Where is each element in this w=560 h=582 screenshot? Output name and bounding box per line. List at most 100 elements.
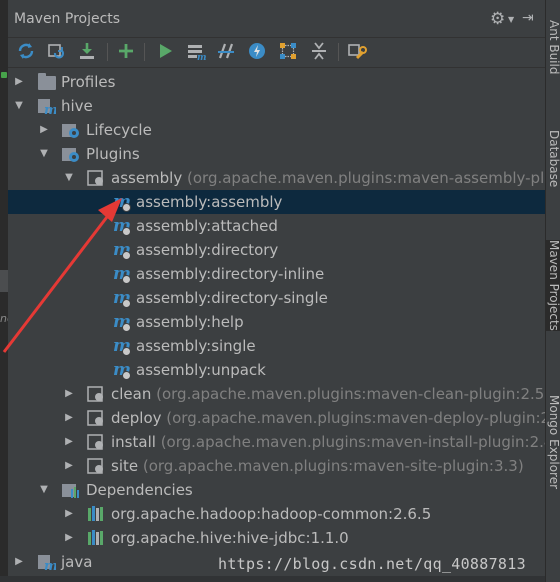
reimport-icon[interactable] [15, 40, 37, 62]
plugin-name: install [111, 433, 156, 451]
toolbar-separator [144, 43, 145, 61]
plugin-coordinates: (org.apache.maven.plugins:maven-install-… [160, 433, 560, 451]
chevron-right-icon[interactable]: ▶ [13, 556, 25, 568]
goal-label: assembly:help [136, 313, 244, 331]
maven-goal-icon: m [113, 312, 131, 332]
panel-header: Maven Projects ⚙ ▼ ⇥ [8, 0, 545, 38]
goal-assembly-attached[interactable]: m assembly:attached [8, 214, 545, 238]
plugins-gear-icon [62, 145, 80, 163]
collapse-all-icon[interactable] [308, 40, 330, 62]
chevron-right-icon[interactable]: ▶ [13, 76, 25, 88]
toggle-offline-icon[interactable] [215, 40, 237, 62]
tree-node-lifecycle[interactable]: ▶ Lifecycle [8, 118, 545, 142]
chevron-down-icon[interactable]: ▼ [508, 15, 514, 24]
tree-node-label: install (org.apache.maven.plugins:maven-… [111, 433, 559, 451]
plugin-name: assembly [111, 169, 183, 187]
skip-tests-icon[interactable] [246, 40, 268, 62]
tab-ant-build[interactable]: Ant Build [546, 20, 560, 74]
panel-title: Maven Projects [14, 11, 121, 27]
goal-assembly-assembly[interactable]: m assembly:assembly [8, 190, 545, 214]
tree-node-dependency[interactable]: ▶ org.apache.hive:hive-jdbc:1.1.0 [8, 526, 545, 550]
tree-node-dependency[interactable]: ▶ org.apache.hadoop:hadoop-common:2.6.5 [8, 502, 545, 526]
goal-label: assembly:assembly [136, 193, 283, 211]
plugin-icon [87, 385, 105, 403]
goal-assembly-unpack[interactable]: m assembly:unpack [8, 358, 545, 382]
chevron-down-icon[interactable]: ▼ [38, 484, 50, 496]
tree-node-plugin-deploy[interactable]: ▶ deploy (org.apache.maven.plugins:maven… [8, 406, 560, 430]
goal-assembly-directory-single[interactable]: m assembly:directory-single [8, 286, 545, 310]
goal-assembly-directory-inline[interactable]: m assembly:directory-inline [8, 262, 545, 286]
tree-node-label: clean (org.apache.maven.plugins:maven-cl… [111, 385, 550, 403]
chevron-right-icon[interactable]: ▶ [63, 412, 75, 424]
plugin-icon [87, 409, 105, 427]
goal-assembly-single[interactable]: m assembly:single [8, 334, 545, 358]
maven-goal-icon: m [113, 336, 131, 356]
plugin-coordinates: (org.apache.maven.plugins:maven-deploy-p… [166, 409, 560, 427]
svg-text:m: m [44, 559, 56, 571]
maven-project-icon: m [38, 553, 58, 574]
tree-node-dependencies[interactable]: ▼ Dependencies [8, 478, 545, 502]
goal-assembly-help[interactable]: m assembly:help [8, 310, 545, 334]
svg-text:m: m [44, 103, 56, 115]
goal-label: assembly:directory-single [136, 289, 328, 307]
tab-database[interactable]: Database [546, 130, 560, 187]
chevron-down-icon[interactable]: ▼ [63, 172, 75, 184]
tab-maven-projects[interactable]: Maven Projects [546, 240, 560, 331]
chevron-down-icon[interactable]: ▼ [13, 100, 25, 112]
maven-project-icon: m [38, 97, 58, 118]
tree-node-label: deploy (org.apache.maven.plugins:maven-d… [111, 409, 560, 427]
tree-node-label: Dependencies [86, 481, 193, 499]
goal-label: assembly:single [136, 337, 256, 355]
profiles-folder-icon [38, 73, 56, 90]
download-icon[interactable] [76, 40, 98, 62]
plugin-icon [87, 457, 105, 475]
chevron-right-icon[interactable]: ▶ [63, 532, 75, 544]
tree-node-plugin-install[interactable]: ▶ install (org.apache.maven.plugins:mave… [8, 430, 559, 454]
tree-node-label: Plugins [86, 145, 140, 163]
toolbar-separator [338, 43, 339, 61]
tree-node-label: hive [61, 97, 93, 115]
settings-wrench-icon[interactable] [346, 40, 368, 62]
tree-node-label: org.apache.hive:hive-jdbc:1.1.0 [111, 529, 349, 547]
generate-sources-icon[interactable] [45, 40, 67, 62]
lifecycle-gear-icon [62, 121, 80, 139]
show-dependencies-icon[interactable] [277, 40, 299, 62]
goal-label: assembly:unpack [136, 361, 266, 379]
dependencies-icon [62, 481, 80, 499]
maven-goal-icon: m [113, 240, 131, 260]
goal-assembly-directory[interactable]: m assembly:directory [8, 238, 545, 262]
tree-node-plugin-clean[interactable]: ▶ clean (org.apache.maven.plugins:maven-… [8, 382, 550, 406]
tree-node-label: org.apache.hadoop:hadoop-common:2.6.5 [111, 505, 432, 523]
plugin-icon [87, 433, 105, 451]
plugin-icon [87, 169, 105, 187]
library-icon [87, 529, 105, 547]
bottom-bar [0, 576, 545, 582]
chevron-right-icon[interactable]: ▶ [63, 436, 75, 448]
goal-label: assembly:directory [136, 241, 279, 259]
tree-node-plugin-site[interactable]: ▶ site (org.apache.maven.plugins:maven-s… [8, 454, 545, 478]
maven-goal-icon: m [113, 288, 131, 308]
chevron-right-icon[interactable]: ▶ [63, 388, 75, 400]
run-icon[interactable] [154, 40, 176, 62]
right-tool-strip: Ant Build Database Maven Projects Mongo … [545, 0, 560, 582]
tree-node-plugins[interactable]: ▼ Plugins [8, 142, 545, 166]
gear-icon[interactable]: ⚙ [490, 9, 505, 29]
chevron-right-icon[interactable]: ▶ [63, 460, 75, 472]
maven-projects-panel: Maven Projects ⚙ ▼ ⇥ m ▶ Profiles ▼ hive… [8, 0, 560, 582]
tree-node-hive[interactable]: ▼ m hive [8, 94, 545, 118]
gutter-marker [1, 72, 7, 78]
goal-label: assembly:directory-inline [136, 265, 325, 283]
maven-goal-icon: m [113, 264, 131, 284]
plugin-name: clean [111, 385, 152, 403]
chevron-down-icon[interactable]: ▼ [38, 148, 50, 160]
tree-node-plugin-assembly[interactable]: ▼ assembly (org.apache.maven.plugins:mav… [8, 166, 560, 190]
watermark: https://blog.csdn.net/qq_40887813 [218, 555, 526, 573]
tab-mongo-explorer[interactable]: Mongo Explorer [546, 395, 560, 489]
tree-node-label: site (org.apache.maven.plugins:maven-sit… [111, 457, 524, 475]
chevron-right-icon[interactable]: ▶ [38, 124, 50, 136]
execute-goal-icon[interactable]: m [185, 40, 207, 62]
chevron-right-icon[interactable]: ▶ [63, 508, 75, 520]
tree-node-profiles[interactable]: ▶ Profiles [8, 70, 545, 94]
hide-panel-icon[interactable]: ⇥ [522, 10, 534, 26]
add-icon[interactable] [115, 40, 137, 62]
